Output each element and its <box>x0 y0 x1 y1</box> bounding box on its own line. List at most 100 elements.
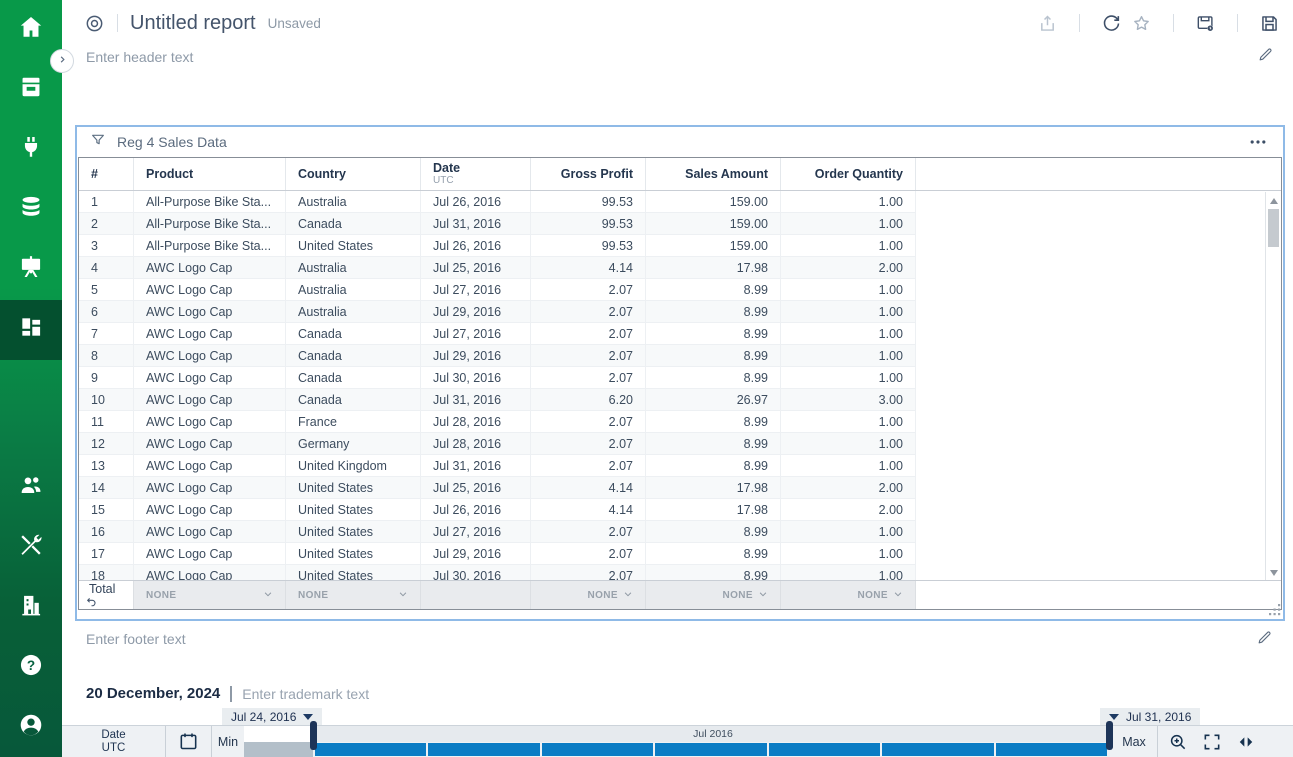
cell-date: Jul 29, 2016 <box>421 543 531 565</box>
sidebar-item-presentations[interactable] <box>0 240 62 300</box>
track-excluded-range <box>244 742 313 757</box>
sidebar-item-users[interactable] <box>0 457 62 517</box>
help-icon: ? <box>18 652 44 683</box>
cell-sales-amount: 8.99 <box>646 323 781 345</box>
edit-header-pencil-icon[interactable] <box>1257 46 1274 63</box>
chevron-right-icon <box>56 53 69 69</box>
timeline-period-label: Jul 2016 <box>313 726 1113 742</box>
vertical-scrollbar[interactable] <box>1265 192 1281 582</box>
cell-order-quantity: 2.00 <box>781 477 916 499</box>
resize-grip[interactable] <box>1269 604 1281 616</box>
undo-icon[interactable] <box>85 596 98 609</box>
horizontal-arrows-icon[interactable] <box>1236 732 1256 752</box>
favorite-icon[interactable] <box>1131 13 1152 34</box>
save-icon[interactable] <box>1259 13 1280 34</box>
sidebar-item-help[interactable]: ? <box>0 637 62 697</box>
refresh-icon[interactable] <box>1101 13 1122 34</box>
sidebar-item-home[interactable] <box>0 0 62 60</box>
cell-sales-amount: 8.99 <box>646 543 781 565</box>
sidebar-item-organization[interactable] <box>0 577 62 637</box>
table-body: 1 All-Purpose Bike Sta... Australia Jul … <box>79 191 1281 582</box>
scroll-up-icon[interactable] <box>1266 194 1281 208</box>
expand-icon[interactable] <box>1202 732 1222 752</box>
cell-gross-profit: 2.07 <box>531 543 646 565</box>
cell-product: AWC Logo Cap <box>134 345 286 367</box>
view-icon[interactable] <box>84 13 105 34</box>
cell-country: United States <box>286 477 421 499</box>
cell-row-number: 12 <box>79 433 134 455</box>
cell-product: AWC Logo Cap <box>134 257 286 279</box>
cell-product: AWC Logo Cap <box>134 433 286 455</box>
column-header-country[interactable]: Country <box>286 158 421 190</box>
table-widget: Reg 4 Sales Data # Product Country Date … <box>75 125 1285 621</box>
cell-sales-amount: 159.00 <box>646 191 781 213</box>
column-header-filler <box>916 158 1281 190</box>
column-header-order-quantity[interactable]: Order Quantity <box>781 158 916 190</box>
divider <box>1157 726 1158 757</box>
cell-order-quantity: 1.00 <box>781 521 916 543</box>
cell-order-quantity: 1.00 <box>781 345 916 367</box>
aggregator-sales-amount[interactable]: NONE <box>646 581 781 609</box>
sidebar-item-connectors[interactable] <box>0 120 62 180</box>
timeline-segment <box>315 743 426 756</box>
sidebar-item-tools[interactable] <box>0 517 62 577</box>
table-row: 2 All-Purpose Bike Sta... Canada Jul 31,… <box>79 213 916 235</box>
cell-gross-profit: 99.53 <box>531 191 646 213</box>
filter-funnel-icon[interactable] <box>90 132 106 153</box>
column-header-sales-amount[interactable]: Sales Amount <box>646 158 781 190</box>
footer-text-input[interactable]: Enter footer text <box>86 631 186 647</box>
cell-date: Jul 27, 2016 <box>421 279 531 301</box>
chevron-down-icon <box>893 589 903 602</box>
cell-country: Australia <box>286 279 421 301</box>
cell-gross-profit: 2.07 <box>531 521 646 543</box>
sidebar-item-data[interactable] <box>0 180 62 240</box>
range-start-handle[interactable] <box>310 721 317 750</box>
edit-footer-pencil-icon[interactable] <box>1256 629 1273 646</box>
range-start-dropdown[interactable]: Jul 24, 2016 <box>222 708 322 725</box>
dropdown-arrow-icon <box>303 714 313 720</box>
table-row: 4 AWC Logo Cap Australia Jul 25, 2016 4.… <box>79 257 916 279</box>
range-end-handle[interactable] <box>1106 721 1113 750</box>
ellipsis-icon[interactable] <box>1248 132 1268 152</box>
total-row: Total NONE NONE NONE NONE <box>79 580 1281 609</box>
calendar-icon[interactable] <box>166 726 211 757</box>
aggregator-gross-profit[interactable]: NONE <box>531 581 646 609</box>
header-text-input[interactable]: Enter header text <box>86 49 193 65</box>
chevron-down-icon <box>758 589 768 602</box>
zoom-in-icon[interactable] <box>1168 732 1188 752</box>
scrollbar-thumb[interactable] <box>1268 209 1279 247</box>
cell-sales-amount: 8.99 <box>646 345 781 367</box>
cell-sales-amount: 17.98 <box>646 477 781 499</box>
cell-country: United Kingdom <box>286 455 421 477</box>
cell-date: Jul 31, 2016 <box>421 213 531 235</box>
aggregator-order-quantity[interactable]: NONE <box>781 581 916 609</box>
cell-date: Jul 26, 2016 <box>421 235 531 257</box>
column-header-index[interactable]: # <box>79 158 134 190</box>
column-header-product[interactable]: Product <box>134 158 286 190</box>
cell-date: Jul 28, 2016 <box>421 411 531 433</box>
table-header-row: # Product Country Date UTC Gross Profit … <box>79 158 1281 191</box>
cell-order-quantity: 1.00 <box>781 235 916 257</box>
aggregator-product[interactable]: NONE <box>134 581 286 609</box>
sidebar-item-account[interactable] <box>0 697 62 757</box>
cell-order-quantity: 1.00 <box>781 279 916 301</box>
cell-date: Jul 25, 2016 <box>421 477 531 499</box>
export-icon[interactable] <box>1037 13 1058 34</box>
trademark-text-input[interactable]: Enter trademark text <box>242 686 369 702</box>
widget-header: Reg 4 Sales Data <box>77 127 1283 157</box>
cell-row-number: 6 <box>79 301 134 323</box>
range-end-dropdown[interactable]: Jul 31, 2016 <box>1100 708 1200 725</box>
cell-date: Jul 29, 2016 <box>421 301 531 323</box>
save-as-icon[interactable] <box>1195 13 1216 34</box>
dashboard-icon <box>18 314 44 345</box>
column-header-date[interactable]: Date UTC <box>421 158 531 190</box>
track-leading-area <box>244 726 313 742</box>
column-header-gross-profit[interactable]: Gross Profit <box>531 158 646 190</box>
sidebar-collapse-button[interactable] <box>50 49 74 73</box>
cell-row-number: 15 <box>79 499 134 521</box>
sidebar-item-dashboards[interactable] <box>0 300 62 360</box>
cell-product: AWC Logo Cap <box>134 521 286 543</box>
aggregator-country[interactable]: NONE <box>286 581 421 609</box>
scroll-down-icon[interactable] <box>1266 566 1281 580</box>
divider <box>230 686 232 702</box>
